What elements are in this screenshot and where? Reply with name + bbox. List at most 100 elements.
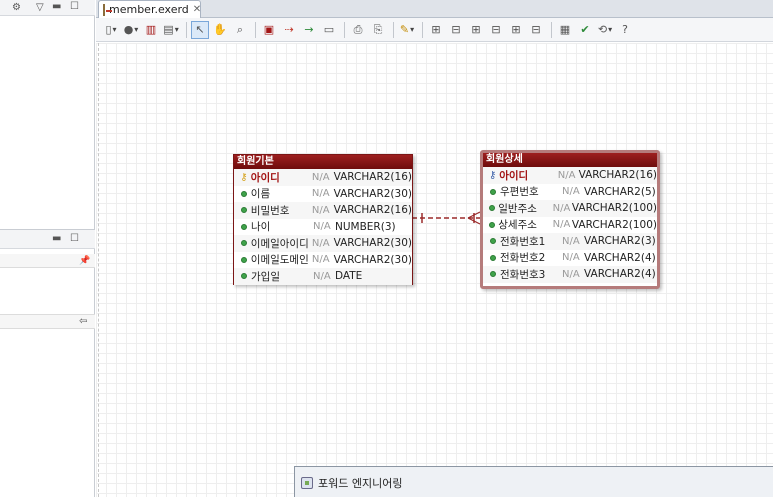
align-icon[interactable]: ⊟	[447, 21, 465, 39]
column-type: VARCHAR2(4)	[584, 268, 656, 281]
column-icon	[237, 256, 251, 263]
shape-icon[interactable]: ●	[122, 21, 140, 39]
column-icon	[486, 238, 500, 245]
entity-member-detail[interactable]: 회원상세 ⚷ 아이디 N/A VARCHAR2(16) 우편번호 N/A VAR…	[480, 150, 660, 289]
entity-member-basic[interactable]: 회원기본 ⚷ 아이디 N/A VARCHAR2(16) 이름 N/A VARCH…	[233, 154, 413, 285]
minimize-icon[interactable]: ▬	[52, 233, 61, 245]
document-icon[interactable]: ▤	[162, 21, 180, 39]
link-icon[interactable]: →	[300, 21, 318, 39]
entity-title: 회원상세	[483, 153, 657, 167]
entity-title: 회원기본	[234, 155, 412, 169]
column-name: 이메일아이디	[250, 237, 309, 250]
column-row[interactable]: 나이 N/A NUMBER(3)	[234, 218, 412, 235]
column-type: VARCHAR2(16)	[578, 169, 657, 182]
column-icon	[486, 271, 500, 278]
column-name: 가입일	[251, 270, 280, 283]
column-nullable: N/A	[562, 235, 580, 247]
column-icon	[486, 221, 498, 228]
relation-icon[interactable]: ⇢	[280, 21, 298, 39]
column-icon	[486, 188, 500, 195]
select-icon[interactable]: ↖	[191, 20, 209, 39]
column-nullable: N/A	[552, 219, 571, 231]
left-panel-strip: 📌	[0, 254, 95, 268]
forward-engineer-icon[interactable]: ✔	[576, 21, 594, 39]
column-nullable: N/A	[311, 171, 330, 183]
forward-engineering-dialog[interactable]: 포워드 엔지니어링	[294, 466, 773, 497]
column-row[interactable]: ⚷ 아이디 N/A VARCHAR2(16)	[483, 167, 657, 184]
column-nullable: N/A	[562, 252, 580, 264]
paint-icon[interactable]: ✎	[398, 21, 416, 39]
minimize-icon[interactable]: ▬	[52, 1, 61, 13]
view-menu-icon[interactable]: ▽	[36, 2, 44, 14]
layout-icon[interactable]: ▯	[102, 21, 120, 39]
relationship-line[interactable]	[412, 208, 482, 228]
column-name: 이메일도메인	[250, 254, 309, 267]
column-nullable: N/A	[311, 254, 330, 266]
column-name: 전화번호3	[500, 268, 546, 281]
column-type: VARCHAR2(30)	[333, 237, 412, 250]
separator	[422, 21, 423, 38]
collapse-icon[interactable]: ⇦	[79, 316, 87, 328]
print-icon[interactable]: ⎙	[349, 21, 367, 39]
column-name: 전화번호2	[500, 252, 546, 265]
column-type: VARCHAR2(30)	[333, 253, 412, 266]
validate-icon[interactable]: ▦	[556, 21, 574, 39]
column-row[interactable]: 이름 N/A VARCHAR2(30)	[234, 185, 412, 202]
align-icon[interactable]: ⊞	[507, 21, 525, 39]
column-name: 비밀번호	[250, 204, 290, 217]
align-icon[interactable]: ⊟	[527, 21, 545, 39]
column-type: DATE	[335, 270, 363, 283]
align-icon[interactable]: ⊞	[467, 21, 485, 39]
erd-canvas[interactable]	[96, 43, 773, 497]
column-nullable: N/A	[311, 188, 330, 200]
tab-member-exerd[interactable]: member.exerd ✕	[98, 0, 201, 18]
column-type: VARCHAR2(100)	[571, 218, 657, 231]
column-name: 우편번호	[500, 186, 539, 199]
hand-icon[interactable]: ✋	[211, 21, 229, 39]
zoom-icon[interactable]: ⌕	[231, 21, 249, 39]
column-name: 전화번호1	[500, 235, 546, 248]
entity-columns: ⚷ 아이디 N/A VARCHAR2(16) 이름 N/A VARCHAR2(3…	[234, 169, 412, 285]
column-type: VARCHAR2(30)	[333, 187, 412, 200]
print-preview-icon[interactable]: ⎘	[369, 21, 387, 39]
separator	[255, 21, 256, 38]
separator	[186, 21, 187, 38]
table-icon[interactable]: ▣	[260, 21, 278, 39]
column-row[interactable]: ⚷ 아이디 N/A VARCHAR2(16)	[234, 169, 412, 186]
column-row[interactable]: 이메일아이디 N/A VARCHAR2(30)	[234, 235, 412, 252]
column-icon	[237, 207, 251, 214]
column-row[interactable]: 일반주소 N/A VARCHAR2(100)	[483, 200, 657, 217]
column-nullable: N/A	[311, 237, 330, 249]
column-row[interactable]: 비밀번호 N/A VARCHAR2(16)	[234, 202, 412, 219]
panel-icon[interactable]: ⚙	[12, 2, 21, 14]
column-row[interactable]: 이메일도메인 N/A VARCHAR2(30)	[234, 251, 412, 268]
editor-tab-bar: member.exerd ✕	[96, 0, 773, 18]
column-nullable: N/A	[313, 270, 331, 282]
close-icon[interactable]: ✕	[193, 4, 201, 15]
reverse-engineer-icon[interactable]: ⟲	[596, 21, 614, 39]
note-icon[interactable]: ▭	[320, 21, 338, 39]
left-panel-strip-2: ⇦	[0, 314, 95, 329]
column-icon	[237, 190, 251, 197]
column-row[interactable]: 전화번호2 N/A VARCHAR2(4)	[483, 249, 657, 266]
page-boundary	[98, 43, 99, 497]
column-row[interactable]: 상세주소 N/A VARCHAR2(100)	[483, 216, 657, 233]
pin-icon[interactable]: 📌	[79, 255, 90, 267]
column-name: 일반주소	[498, 202, 537, 215]
dialog-title-bar: 포워드 엔지니어링	[301, 475, 402, 491]
align-icon[interactable]: ⊟	[487, 21, 505, 39]
column-row[interactable]: 가입일 N/A DATE	[234, 268, 412, 285]
left-panel-toolbar-top: ⚙ ▽ ▬ ☐	[0, 0, 95, 16]
separator	[344, 21, 345, 38]
help-icon[interactable]: ?	[616, 21, 634, 39]
column-row[interactable]: 전화번호1 N/A VARCHAR2(3)	[483, 233, 657, 250]
column-row[interactable]: 전화번호3 N/A VARCHAR2(4)	[483, 266, 657, 283]
maximize-icon[interactable]: ☐	[70, 233, 79, 245]
column-nullable: N/A	[552, 202, 571, 214]
maximize-icon[interactable]: ☐	[70, 1, 79, 13]
align-icon[interactable]: ⊞	[427, 21, 445, 39]
column-name: 아이디	[499, 169, 529, 182]
entity-icon[interactable]: ▥	[142, 21, 160, 39]
column-icon	[486, 205, 498, 212]
column-row[interactable]: 우편번호 N/A VARCHAR2(5)	[483, 183, 657, 200]
